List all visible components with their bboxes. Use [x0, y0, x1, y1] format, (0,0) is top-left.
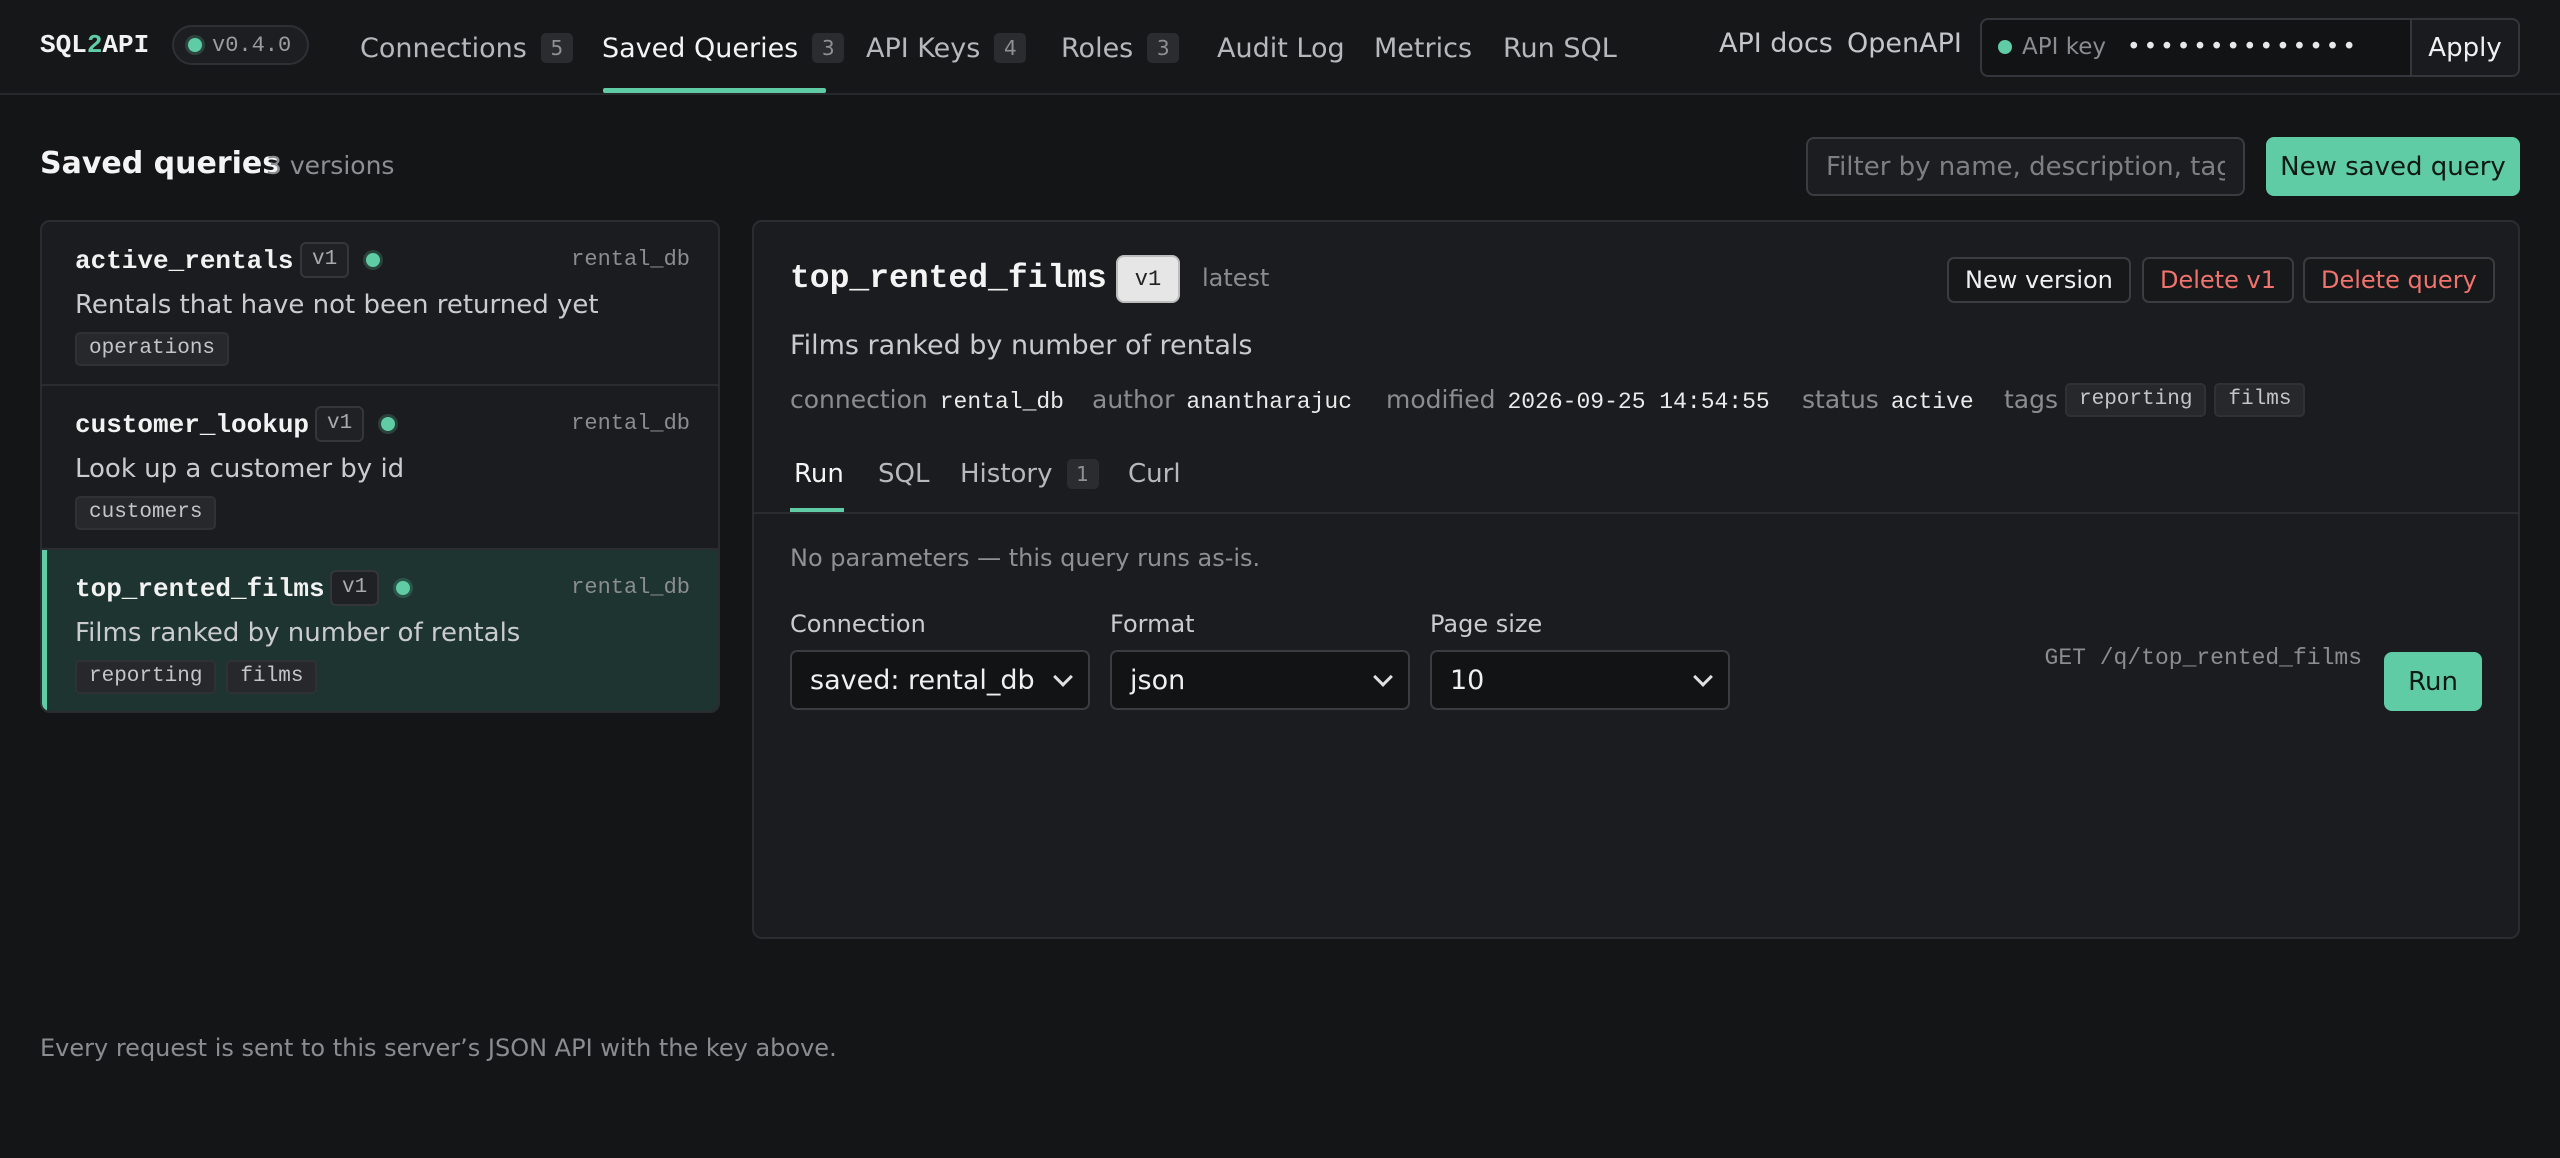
connection-select[interactable]: saved: rental_db	[790, 650, 1090, 710]
meta-status: status active	[1802, 385, 1974, 415]
page-size-select[interactable]: 10	[1430, 650, 1730, 710]
query-name: customer_lookup	[75, 410, 310, 440]
nav-audit-log[interactable]: Audit Log	[1217, 30, 1345, 66]
latest-label: latest	[1202, 264, 1270, 292]
meta-modified: modified 2026-09-25 14:54:55	[1386, 385, 1770, 415]
query-connection: rental_db	[571, 575, 690, 600]
list-item-customer-lookup[interactable]: customer_lookup v1 rental_db Look up a c…	[42, 386, 718, 550]
tag: reporting	[75, 660, 217, 694]
tag: operations	[75, 332, 230, 366]
filter-input[interactable]	[1806, 137, 2245, 196]
endpoint-path: GET /q/top_rented_films	[2044, 645, 2362, 671]
list-item-active-rentals[interactable]: active_rentals v1 rental_db Rentals that…	[42, 222, 718, 386]
active-status-icon	[396, 581, 410, 595]
tab-curl[interactable]: Curl	[1128, 459, 1181, 489]
format-select[interactable]: json	[1110, 650, 1410, 710]
format-label: Format	[1110, 610, 1195, 638]
history-count-badge: 1	[1066, 459, 1099, 489]
version-badge: v0.4.0	[172, 25, 309, 65]
connection-label: Connection	[790, 610, 926, 638]
key-status-dot-icon	[1998, 40, 2012, 54]
query-detail-panel: top_rented_films v1 latest New version D…	[752, 220, 2520, 939]
version-badge: v1	[300, 242, 350, 278]
delete-version-button[interactable]: Delete v1	[2142, 257, 2294, 303]
no-parameters-note: No parameters — this query runs as-is.	[790, 544, 1261, 572]
page-title: Saved queries	[40, 146, 281, 181]
nav-run-sql[interactable]: Run SQL	[1503, 30, 1617, 66]
nav-api-keys[interactable]: API Keys 4	[866, 30, 1027, 66]
tag: customers	[75, 496, 217, 530]
tag: reporting	[2065, 383, 2207, 417]
nav-count-badge: 3	[1147, 33, 1180, 63]
new-saved-query-button[interactable]: New saved query	[2266, 137, 2520, 196]
nav-count-badge: 4	[994, 33, 1027, 63]
tab-history[interactable]: History 1	[960, 459, 1099, 489]
query-description: Films ranked by number of rentals	[790, 330, 1253, 361]
meta-connection: connection rental_db	[790, 385, 1064, 415]
query-connection: rental_db	[571, 247, 690, 272]
query-description: Rentals that have not been returned yet	[75, 290, 599, 320]
meta-tags-label: tags	[2004, 385, 2059, 414]
apply-key-button[interactable]: Apply	[2410, 20, 2518, 75]
new-version-button[interactable]: New version	[1947, 257, 2131, 303]
saved-query-list: active_rentals v1 rental_db Rentals that…	[40, 220, 720, 713]
openapi-link[interactable]: OpenAPI	[1847, 28, 1962, 59]
list-item-top-rented-films[interactable]: top_rented_films v1 rental_db Films rank…	[42, 550, 718, 711]
api-docs-link[interactable]: API docs	[1719, 28, 1833, 59]
status-dot-icon	[188, 38, 202, 52]
version-selector[interactable]: v1	[1116, 255, 1180, 303]
top-bar: SQL2API v0.4.0 Connections 5 Saved Querie…	[0, 0, 2560, 95]
chevron-down-icon	[1373, 667, 1393, 687]
query-description: Films ranked by number of rentals	[75, 618, 521, 648]
nav-count-badge: 3	[812, 33, 845, 63]
active-status-icon	[381, 417, 395, 431]
meta-tags: reporting films	[2065, 383, 2306, 417]
tabs-divider	[754, 512, 2518, 514]
query-title: top_rented_films	[790, 260, 1107, 297]
run-button[interactable]: Run	[2384, 652, 2482, 711]
tag: films	[226, 660, 318, 694]
version-badge: v1	[315, 406, 365, 442]
chevron-down-icon	[1693, 667, 1713, 687]
footer-note: Every request is sent to this server’s J…	[40, 1034, 837, 1062]
delete-query-button[interactable]: Delete query	[2303, 257, 2495, 303]
api-key-input[interactable]: ••••••••••••••	[2127, 34, 2359, 60]
tab-run[interactable]: Run	[794, 459, 844, 489]
versions-count: 3 versions	[266, 151, 395, 180]
api-key-field[interactable]: API key •••••••••••••• Apply	[1980, 18, 2520, 77]
meta-author: author anantharajuc	[1092, 385, 1353, 415]
tag: films	[2214, 383, 2306, 417]
nav-count-badge: 5	[540, 33, 573, 63]
chevron-down-icon	[1053, 667, 1073, 687]
query-description: Look up a customer by id	[75, 454, 405, 484]
version-badge: v1	[330, 570, 380, 606]
nav-roles[interactable]: Roles 3	[1061, 30, 1180, 66]
query-name: active_rentals	[75, 246, 294, 276]
nav-connections[interactable]: Connections 5	[360, 30, 573, 66]
active-status-icon	[366, 253, 380, 267]
query-connection: rental_db	[571, 411, 690, 436]
query-name: top_rented_films	[75, 574, 325, 604]
app-logo[interactable]: SQL2API	[40, 30, 149, 60]
nav-metrics[interactable]: Metrics	[1374, 30, 1472, 66]
page-size-label: Page size	[1430, 610, 1543, 638]
active-nav-indicator	[603, 88, 826, 93]
nav-saved-queries[interactable]: Saved Queries 3	[602, 30, 845, 66]
tab-sql[interactable]: SQL	[878, 459, 929, 489]
